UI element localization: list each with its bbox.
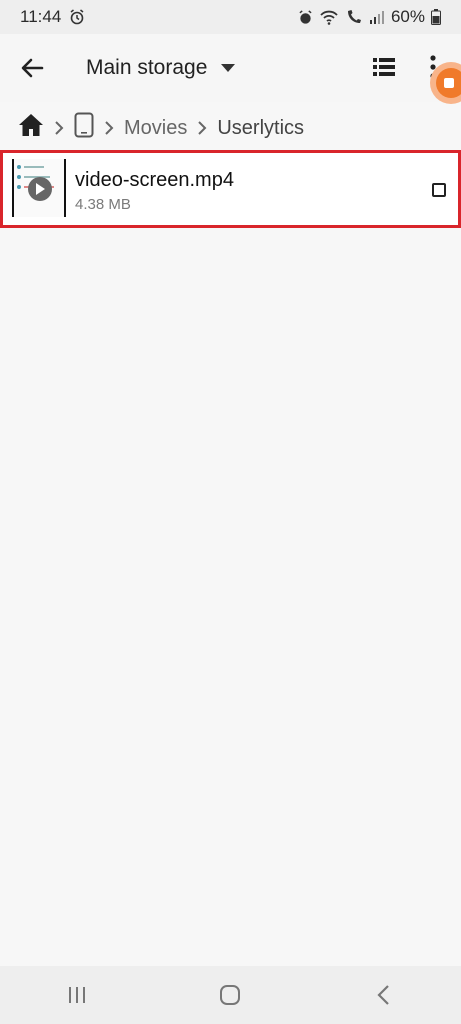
screen: 11:44 60% Main storage Movies Userlytics… — [0, 0, 461, 1024]
screen-record-inner — [436, 68, 461, 98]
breadcrumb-item-movies[interactable]: Movies — [124, 117, 187, 140]
back-arrow-icon[interactable] — [18, 54, 46, 82]
thumb-dot — [17, 185, 21, 189]
chevron-right-icon — [197, 120, 207, 136]
call-icon — [345, 9, 363, 25]
phone-icon[interactable] — [74, 112, 94, 144]
file-name: video-screen.mp4 — [75, 169, 234, 191]
chevron-right-icon — [54, 120, 64, 136]
video-thumbnail — [12, 159, 66, 217]
battery-icon — [431, 9, 441, 25]
file-size: 4.38 MB — [75, 196, 131, 213]
navigation-bar — [0, 966, 461, 1024]
back-button-icon[interactable] — [364, 975, 404, 1015]
screen-record-icon[interactable] — [430, 62, 461, 104]
breadcrumb: Movies Userlytics — [18, 110, 438, 146]
play-icon — [28, 177, 52, 201]
storage-selector[interactable]: Main storage — [86, 52, 236, 84]
select-checkbox[interactable] — [432, 183, 446, 197]
list-view-icon[interactable] — [372, 55, 396, 79]
toolbar: Main storage — [0, 34, 461, 104]
thumb-dot — [17, 165, 21, 169]
status-right: 60% — [298, 7, 441, 27]
list-item[interactable]: video-screen.mp4 4.38 MB — [0, 150, 461, 228]
recent-apps-icon[interactable] — [57, 975, 97, 1015]
chevron-right-icon — [104, 120, 114, 136]
home-button-icon[interactable] — [210, 975, 250, 1015]
signal-icon — [369, 10, 385, 24]
alarm-icon — [69, 9, 85, 25]
thumb-line — [24, 166, 44, 168]
battery-percent: 60% — [390, 7, 425, 26]
thumb-dot — [17, 175, 21, 179]
alarm-status-icon — [298, 9, 313, 25]
status-time: 11:44 — [20, 7, 62, 26]
dropdown-triangle-icon — [221, 59, 236, 77]
breadcrumb-item-current[interactable]: Userlytics — [217, 117, 304, 140]
wifi-icon — [319, 9, 339, 25]
home-icon[interactable] — [18, 113, 44, 143]
status-bar: 11:44 60% — [0, 0, 461, 34]
page-title: Main storage — [86, 56, 208, 79]
status-left: 11:44 — [20, 7, 85, 27]
